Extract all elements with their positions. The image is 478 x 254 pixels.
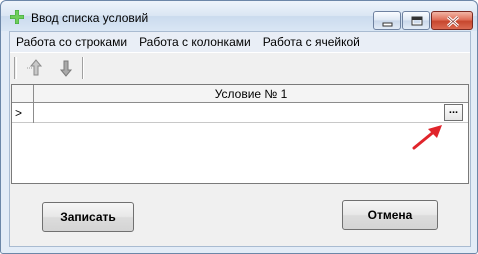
close-button[interactable] bbox=[431, 11, 473, 30]
arrow-up-icon bbox=[27, 59, 43, 76]
minimize-button[interactable] bbox=[373, 11, 401, 30]
maximize-icon bbox=[411, 16, 423, 26]
toolbar-separator bbox=[82, 57, 84, 79]
toolbar-grip[interactable] bbox=[14, 57, 17, 79]
column-header-condition-1[interactable]: Условие № 1 bbox=[34, 85, 468, 103]
conditions-grid: Условие № 1 > ... bbox=[11, 84, 469, 184]
row-indicator: > bbox=[12, 103, 34, 123]
client-area: Работа со строками Работа с колонками Ра… bbox=[9, 31, 471, 247]
menu-cell[interactable]: Работа с ячейкой bbox=[257, 32, 366, 52]
condition-cell[interactable] bbox=[34, 103, 446, 123]
save-button[interactable]: Записать bbox=[42, 202, 134, 232]
menu-bar: Работа со строками Работа с колонками Ра… bbox=[10, 32, 470, 52]
arrow-down-icon bbox=[59, 60, 73, 77]
menu-rows[interactable]: Работа со строками bbox=[10, 32, 133, 52]
grid-header: Условие № 1 bbox=[12, 85, 468, 103]
window-title: Ввод списка условий bbox=[31, 11, 149, 25]
move-down-button[interactable] bbox=[54, 57, 78, 79]
close-icon bbox=[446, 15, 460, 28]
annotation-arrow-icon bbox=[412, 125, 442, 150]
grid-corner-cell[interactable] bbox=[12, 85, 34, 103]
maximize-button[interactable] bbox=[402, 11, 430, 30]
ellipsis-button[interactable]: ... bbox=[444, 104, 463, 121]
cancel-button[interactable]: Отмена bbox=[342, 200, 438, 230]
move-up-button[interactable] bbox=[24, 57, 48, 79]
dialog-window: Ввод списка условий Работа со строками Р… bbox=[0, 0, 478, 254]
minimize-icon bbox=[382, 22, 393, 27]
green-plus-icon bbox=[10, 10, 24, 24]
toolbar bbox=[10, 52, 470, 82]
table-row[interactable]: > ... bbox=[12, 103, 468, 123]
menu-columns[interactable]: Работа с колонками bbox=[133, 32, 257, 52]
title-bar[interactable]: Ввод списка условий bbox=[1, 1, 477, 31]
